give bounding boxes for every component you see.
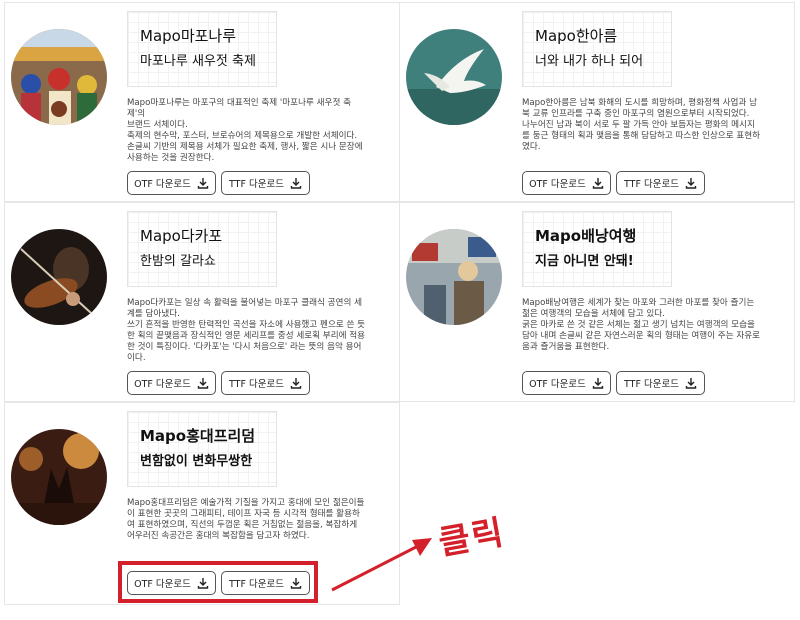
download-icon	[592, 178, 604, 189]
download-buttons: OTF 다운로드 TTF 다운로드	[522, 371, 705, 395]
font-preview: Mapo다카포 한밤의 갈라쇼	[127, 211, 277, 287]
preview-line-2: 한밤의 갈라쇼	[140, 254, 216, 269]
otf-download-button[interactable]: OTF 다운로드	[127, 171, 216, 195]
font-preview: Mapo홍대프리덤 변함없이 변화무쌍한	[127, 411, 277, 487]
download-icon	[592, 378, 604, 389]
ttf-download-button[interactable]: TTF 다운로드	[616, 171, 705, 195]
preview-line-1: Mapo마포나루	[140, 27, 237, 45]
preview-line-2: 지금 아니면 안돼!	[535, 254, 634, 269]
preview-line-2: 변함없이 변화무쌍한	[140, 454, 253, 469]
ttf-download-button[interactable]: TTF 다운로드	[221, 371, 310, 395]
ttf-download-button[interactable]: TTF 다운로드	[221, 171, 310, 195]
ttf-download-button[interactable]: TTF 다운로드	[616, 371, 705, 395]
font-description: Mapo홍대프리덤은 예술가적 기질을 가지고 홍대에 모인 젊은이들 이 표현…	[127, 498, 365, 541]
font-description: Mapo한아름은 남북 화해의 도시를 희망하며, 평화정책 사업과 남 북 교…	[522, 98, 761, 152]
concert-crowd-photo	[11, 429, 107, 525]
button-label: TTF 다운로드	[229, 179, 284, 190]
preview-line-1: Mapo다카포	[140, 227, 223, 245]
download-icon	[197, 178, 209, 189]
preview-line-2: 마포나루 새우젓 축제	[140, 54, 256, 69]
download-icon	[197, 378, 209, 389]
preview-line-1: Mapo배낭여행	[535, 227, 637, 245]
download-icon	[685, 178, 697, 189]
download-buttons: OTF 다운로드 TTF 다운로드	[127, 371, 310, 395]
font-description: Mapo마포나루는 마포구의 대표적인 축제 '마포나루 새우젓 축 제'의 브…	[127, 98, 363, 163]
font-description: Mapo배낭여행은 세계가 찾는 마포와 그러한 마포를 찾아 즐기는 젊은 여…	[522, 298, 761, 352]
click-annotation-label: 클릭	[435, 512, 509, 564]
download-buttons: OTF 다운로드 TTF 다운로드	[127, 171, 310, 195]
button-label: OTF 다운로드	[529, 379, 586, 390]
font-card-mapo-hanareum: Mapo한아름 너와 내가 하나 되어 Mapo한아름은 남북 화해의 도시를 …	[399, 2, 795, 202]
font-card-mapo-maponaru: Mapo마포나루 마포나루 새우젓 축제 Mapo마포나루는 마포구의 대표적인…	[4, 2, 400, 202]
button-label: OTF 다운로드	[529, 179, 586, 190]
preview-line-1: Mapo한아름	[535, 27, 618, 45]
button-label: OTF 다운로드	[134, 179, 191, 190]
highlight-box	[118, 561, 318, 603]
button-label: TTF 다운로드	[624, 179, 679, 190]
otf-download-button[interactable]: OTF 다운로드	[522, 171, 611, 195]
font-preview: Mapo마포나루 마포나루 새우젓 축제	[127, 11, 277, 87]
download-icon	[290, 378, 302, 389]
festival-drummers-photo	[11, 29, 107, 125]
button-label: OTF 다운로드	[134, 379, 191, 390]
font-preview: Mapo한아름 너와 내가 하나 되어	[522, 11, 672, 87]
font-card-mapo-dacapo: Mapo다카포 한밤의 갈라쇼 Mapo다카포는 일상 속 활력을 불어넣는 마…	[4, 202, 400, 402]
download-icon	[685, 378, 697, 389]
font-card-mapo-baenang: Mapo배낭여행 지금 아니면 안돼! Mapo배낭여행은 세계가 찾는 마포와…	[399, 202, 795, 402]
violinist-photo	[11, 229, 107, 325]
preview-line-1: Mapo홍대프리덤	[140, 427, 256, 445]
preview-line-2: 너와 내가 하나 되어	[535, 54, 644, 69]
otf-download-button[interactable]: OTF 다운로드	[127, 371, 216, 395]
button-label: TTF 다운로드	[624, 379, 679, 390]
backpacker-street-photo	[406, 229, 502, 325]
white-dove-photo	[406, 29, 502, 125]
download-buttons: OTF 다운로드 TTF 다운로드	[522, 171, 705, 195]
button-label: TTF 다운로드	[229, 379, 284, 390]
font-description: Mapo다카포는 일상 속 활력을 불어넣는 마포구 클래식 공연의 세 계를 …	[127, 298, 366, 363]
otf-download-button[interactable]: OTF 다운로드	[522, 371, 611, 395]
font-preview: Mapo배낭여행 지금 아니면 안돼!	[522, 211, 672, 287]
download-icon	[290, 178, 302, 189]
